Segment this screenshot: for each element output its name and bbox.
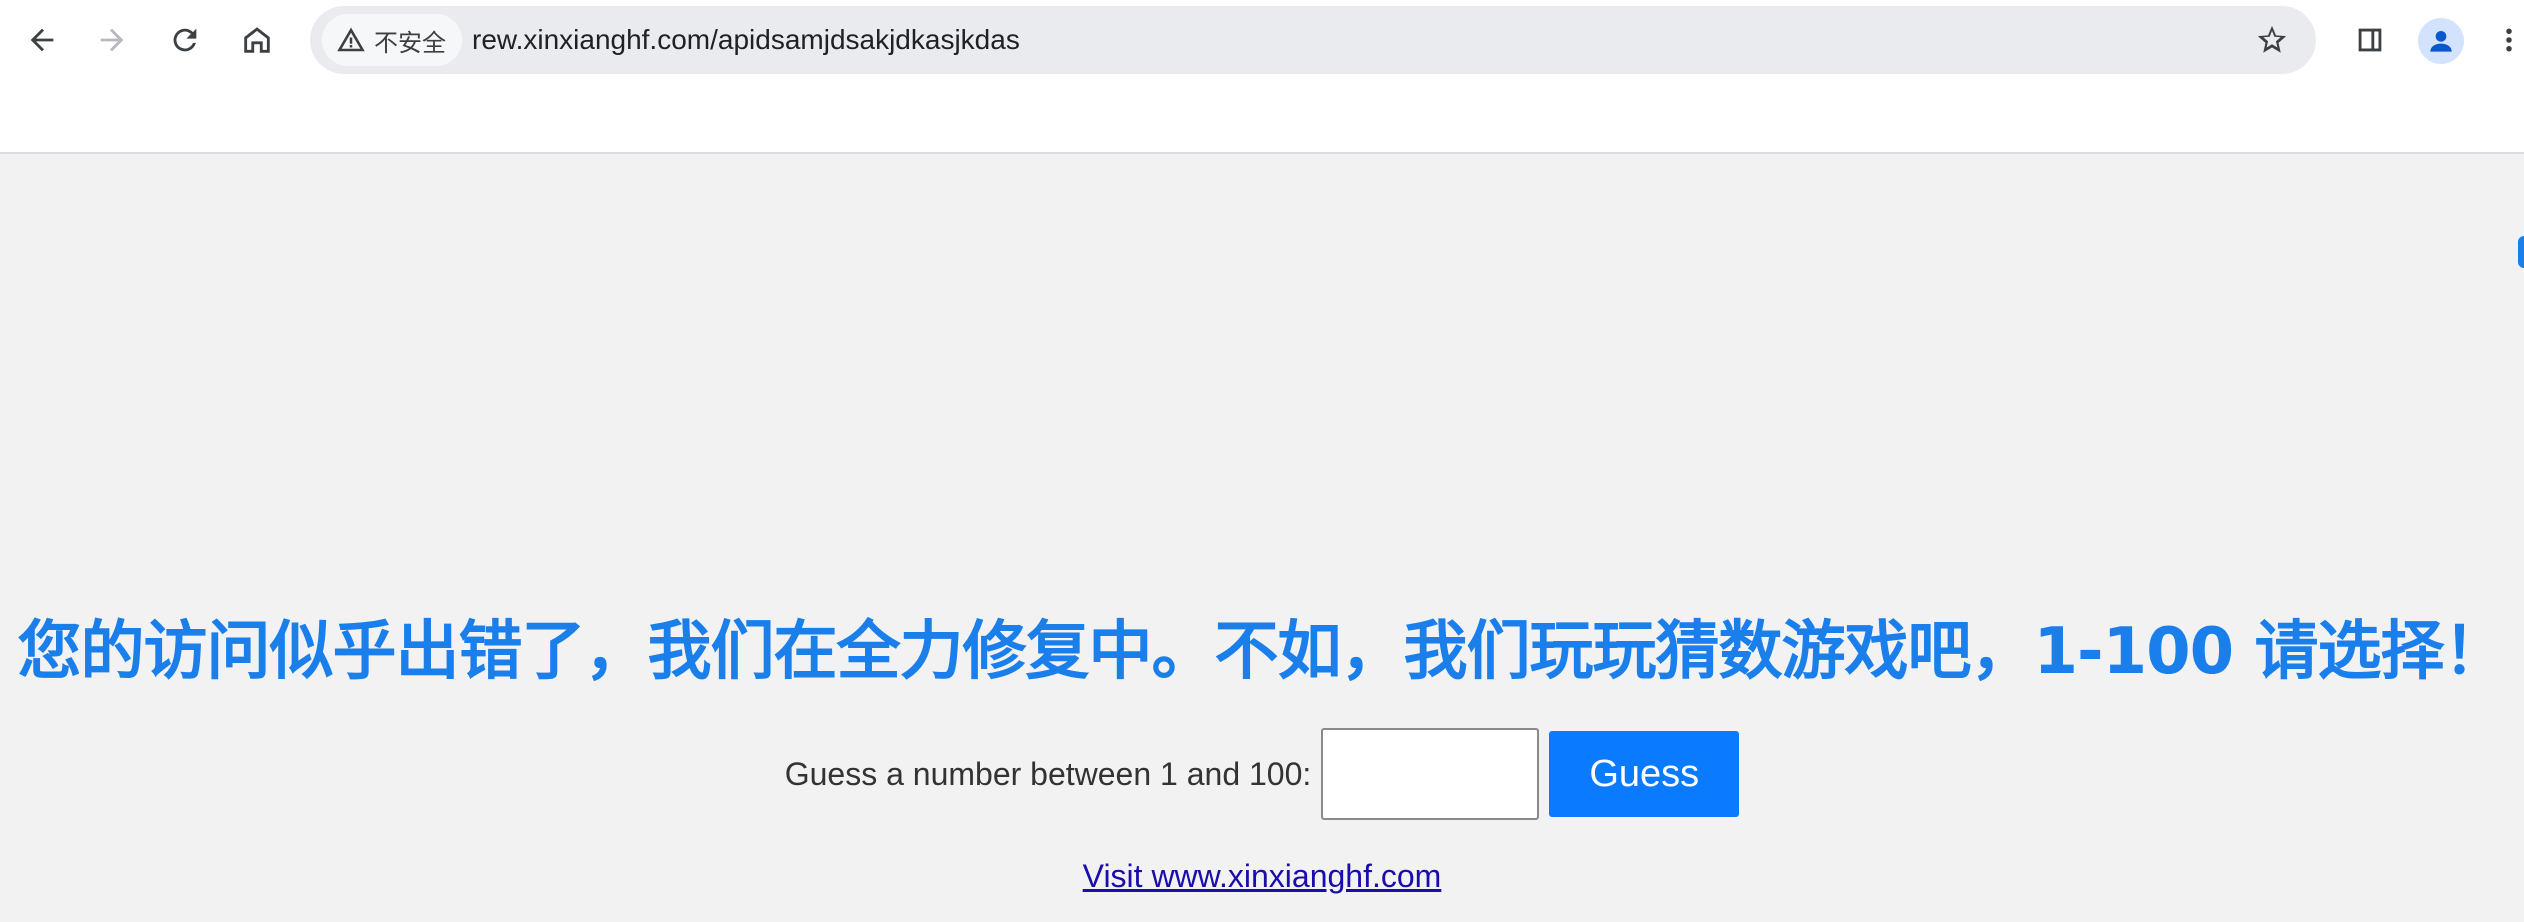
visit-site-link[interactable]: Visit www.xinxianghf.com [1083,858,1442,894]
guess-input[interactable] [1321,728,1540,820]
reload-icon [173,28,197,52]
home-icon [244,27,270,53]
security-indicator[interactable]: 不安全 [322,14,462,66]
guess-button[interactable]: Guess [1549,731,1740,817]
browser-menu-button[interactable] [2494,12,2524,68]
profile-button[interactable] [2418,18,2464,64]
side-panel-button[interactable] [2342,12,2398,68]
kebab-menu-icon [2506,28,2512,52]
home-button[interactable] [229,12,285,68]
edge-indicator [2518,236,2524,268]
guess-form: Guess a number between 1 and 100: Guess [0,728,2524,820]
warning-icon [337,27,365,52]
browser-toolbar: 不安全 rew.xinxianghf.com/apidsamjdsakjdkas… [0,0,2524,82]
side-panel-icon [2358,28,2382,52]
bookmark-button[interactable] [2250,18,2294,62]
visit-link-container: Visit www.xinxianghf.com [0,858,2524,895]
reload-button[interactable] [157,12,213,68]
guess-label: Guess a number between 1 and 100: [784,755,1312,792]
security-label: 不安全 [374,29,446,57]
star-icon [2257,25,2287,53]
forward-button[interactable] [84,12,140,68]
bookmarks-bar [0,82,2524,154]
address-bar[interactable]: 不安全 rew.xinxianghf.com/apidsamjdsakjdkas… [310,6,2316,74]
profile-icon [2430,31,2452,52]
arrow-right-icon [100,28,124,52]
back-button[interactable] [14,12,70,68]
arrow-left-icon [30,28,54,52]
url-text[interactable]: rew.xinxianghf.com/apidsamjdsakjdkasjkda… [472,6,1020,74]
page-headline: 您的访问似乎出错了，我们在全力修复中。不如，我们玩玩猜数游戏吧，1-100 请选… [17,615,2508,689]
